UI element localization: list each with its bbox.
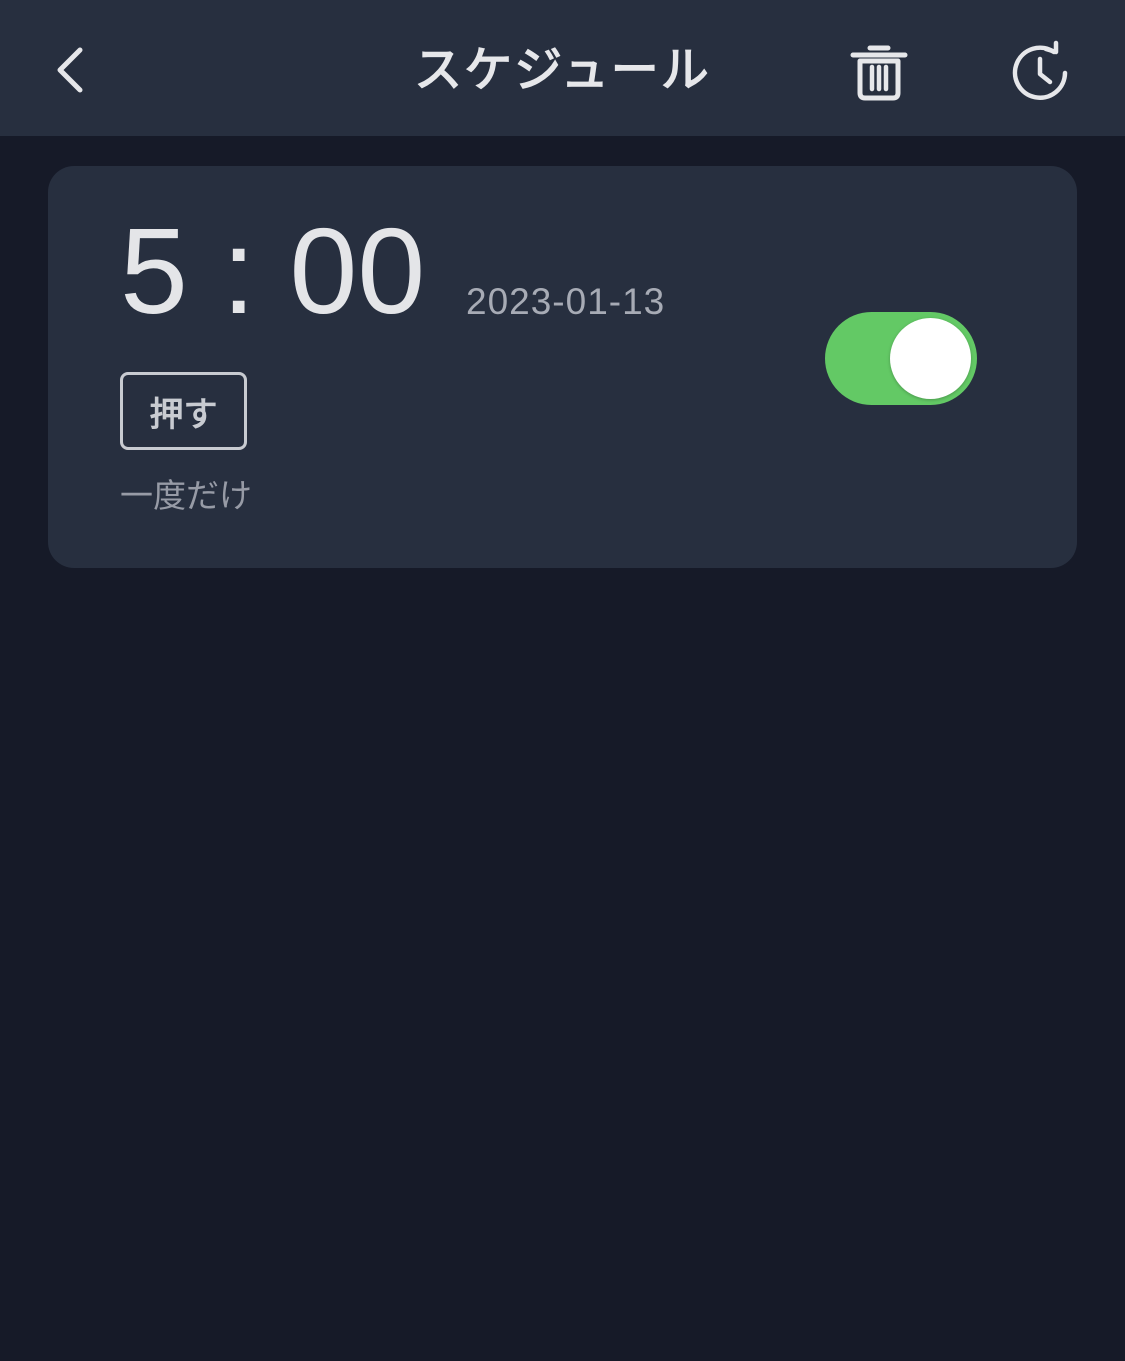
schedule-card[interactable]: 5 : 00 2023-01-13 押す 一度だけ [48, 166, 1077, 568]
chevron-left-icon [57, 47, 83, 93]
history-button[interactable] [1006, 38, 1074, 104]
schedule-time: 5 : 00 [120, 203, 426, 339]
page-title: スケジュール [414, 42, 711, 98]
header-bar: スケジュール [0, 0, 1125, 136]
schedule-date: 2023-01-13 [466, 281, 666, 322]
action-badge: 押す [120, 372, 247, 450]
trash-icon [850, 45, 908, 101]
back-button[interactable] [46, 40, 94, 100]
delete-button[interactable] [846, 38, 912, 104]
toggle-knob [890, 318, 971, 399]
clock-history-icon [1012, 40, 1068, 100]
repeat-label: 一度だけ [120, 476, 252, 515]
schedule-toggle[interactable] [825, 312, 977, 405]
